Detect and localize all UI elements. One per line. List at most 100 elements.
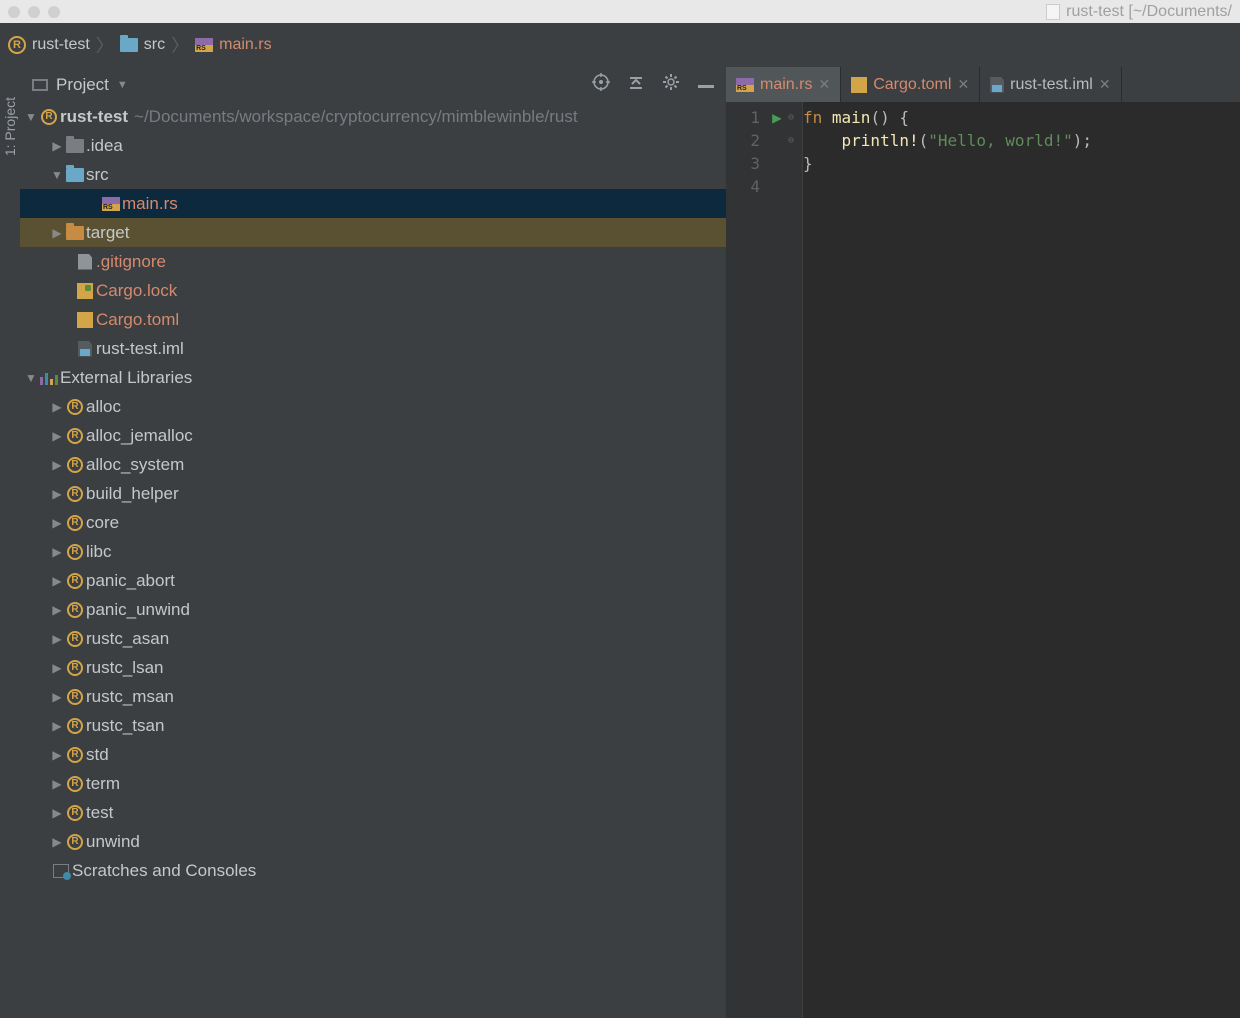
project-panel: Project ▼ ▼ R bbox=[20, 67, 726, 1018]
code-area[interactable]: 1 2 3 4 ▶ ⊖ ⊖ fn main() { println!("Hell… bbox=[726, 102, 1240, 1018]
arrow-down-icon[interactable]: ▼ bbox=[50, 168, 64, 182]
tree-root[interactable]: ▼ R rust-test ~/Documents/workspace/cryp… bbox=[20, 102, 726, 131]
arrow-right-icon[interactable]: ▶ bbox=[50, 748, 64, 762]
arrow-right-icon[interactable]: ▶ bbox=[50, 632, 64, 646]
tree-file-iml[interactable]: rust-test.iml bbox=[20, 334, 726, 363]
gear-icon[interactable] bbox=[662, 73, 680, 96]
tree-item-label: Cargo.lock bbox=[96, 281, 177, 301]
arrow-right-icon[interactable]: ▶ bbox=[50, 226, 64, 240]
minimize-window-icon[interactable] bbox=[28, 6, 40, 18]
breadcrumb-file[interactable]: main.rs bbox=[219, 36, 271, 54]
rust-crate-icon: R bbox=[67, 747, 83, 763]
tree-file-cargo-toml[interactable]: Cargo.toml bbox=[20, 305, 726, 334]
tree-folder-src[interactable]: ▼ src bbox=[20, 160, 726, 189]
tree-library-item[interactable]: ▶Ralloc bbox=[20, 392, 726, 421]
tree-folder-target[interactable]: ▶ target bbox=[20, 218, 726, 247]
run-gutter: ▶ bbox=[766, 102, 788, 1018]
tree-file-cargo-lock[interactable]: Cargo.lock bbox=[20, 276, 726, 305]
project-panel-title[interactable]: Project bbox=[56, 75, 109, 95]
tree-library-item[interactable]: ▶Rrustc_msan bbox=[20, 682, 726, 711]
tree-library-item[interactable]: ▶Rterm bbox=[20, 769, 726, 798]
tree-file-gitignore[interactable]: .gitignore bbox=[20, 247, 726, 276]
project-panel-header: Project ▼ bbox=[20, 67, 726, 102]
tab-cargo-toml[interactable]: Cargo.toml ✕ bbox=[841, 67, 980, 102]
arrow-down-icon[interactable]: ▼ bbox=[24, 110, 38, 124]
arrow-right-icon[interactable]: ▶ bbox=[50, 429, 64, 443]
project-tool-tab[interactable]: 1: Project bbox=[0, 67, 20, 1018]
tree-library-item[interactable]: ▶Rrustc_asan bbox=[20, 624, 726, 653]
tree-external-libraries[interactable]: ▼ External Libraries bbox=[20, 363, 726, 392]
tree-folder-idea[interactable]: ▶ .idea bbox=[20, 131, 726, 160]
tree-library-item[interactable]: ▶Rbuild_helper bbox=[20, 479, 726, 508]
project-tree: ▼ R rust-test ~/Documents/workspace/cryp… bbox=[20, 102, 726, 1018]
arrow-right-icon[interactable]: ▶ bbox=[50, 458, 64, 472]
run-icon[interactable]: ▶ bbox=[766, 106, 788, 129]
close-window-icon[interactable] bbox=[8, 6, 20, 18]
editor: main.rs ✕ Cargo.toml ✕ rust-test.iml ✕ 1… bbox=[726, 67, 1240, 1018]
tree-library-item[interactable]: ▶Rrustc_tsan bbox=[20, 711, 726, 740]
arrow-right-icon[interactable]: ▶ bbox=[50, 139, 64, 153]
arrow-right-icon[interactable]: ▶ bbox=[50, 487, 64, 501]
rust-crate-icon: R bbox=[67, 805, 83, 821]
rust-crate-icon: R bbox=[67, 544, 83, 560]
iml-file-icon bbox=[990, 77, 1004, 93]
tree-library-item[interactable]: ▶Rstd bbox=[20, 740, 726, 769]
tree-library-item[interactable]: ▶Rpanic_unwind bbox=[20, 595, 726, 624]
tree-library-item[interactable]: ▶Rrustc_lsan bbox=[20, 653, 726, 682]
tree-library-item[interactable]: ▶Ralloc_jemalloc bbox=[20, 421, 726, 450]
tree-library-item[interactable]: ▶Rpanic_abort bbox=[20, 566, 726, 595]
arrow-right-icon[interactable]: ▶ bbox=[50, 603, 64, 617]
tree-item-label: panic_abort bbox=[86, 571, 175, 591]
zoom-window-icon[interactable] bbox=[48, 6, 60, 18]
tree-item-label: build_helper bbox=[86, 484, 179, 504]
tree-library-item[interactable]: ▶Rtest bbox=[20, 798, 726, 827]
arrow-down-icon[interactable]: ▼ bbox=[24, 371, 38, 385]
breadcrumb-project[interactable]: rust-test bbox=[32, 36, 90, 54]
tree-item-label: rustc_lsan bbox=[86, 658, 163, 678]
tree-item-label: target bbox=[86, 223, 129, 243]
arrow-right-icon[interactable]: ▶ bbox=[50, 574, 64, 588]
arrow-right-icon[interactable]: ▶ bbox=[50, 545, 64, 559]
arrow-right-icon[interactable]: ▶ bbox=[50, 661, 64, 675]
code-content[interactable]: fn main() { println!("Hello, world!"); } bbox=[802, 102, 1240, 1018]
hide-panel-icon[interactable] bbox=[698, 76, 714, 94]
rust-crate-icon: R bbox=[67, 573, 83, 589]
tree-library-item[interactable]: ▶Rlibc bbox=[20, 537, 726, 566]
tree-item-label: src bbox=[86, 165, 109, 185]
tab-label: main.rs bbox=[760, 76, 812, 94]
tree-item-label: panic_unwind bbox=[86, 600, 190, 620]
close-icon[interactable]: ✕ bbox=[957, 76, 969, 93]
folder-icon bbox=[66, 226, 84, 240]
toml-file-icon bbox=[77, 312, 93, 328]
tab-rust-test-iml[interactable]: rust-test.iml ✕ bbox=[980, 67, 1121, 102]
arrow-right-icon[interactable]: ▶ bbox=[50, 690, 64, 704]
rust-crate-icon: R bbox=[67, 689, 83, 705]
arrow-right-icon[interactable]: ▶ bbox=[50, 835, 64, 849]
text-file-icon bbox=[78, 254, 92, 270]
collapse-all-icon[interactable] bbox=[628, 74, 644, 95]
arrow-right-icon[interactable]: ▶ bbox=[50, 777, 64, 791]
arrow-right-icon[interactable]: ▶ bbox=[50, 516, 64, 530]
tab-main-rs[interactable]: main.rs ✕ bbox=[726, 67, 841, 102]
folder-icon bbox=[66, 139, 84, 153]
breadcrumb-folder[interactable]: src bbox=[144, 36, 165, 54]
locate-icon[interactable] bbox=[592, 73, 610, 96]
tree-file-main-rs[interactable]: main.rs bbox=[20, 189, 726, 218]
tree-library-item[interactable]: ▶Ralloc_system bbox=[20, 450, 726, 479]
close-icon[interactable]: ✕ bbox=[1099, 76, 1111, 93]
arrow-right-icon[interactable]: ▶ bbox=[50, 806, 64, 820]
arrow-right-icon[interactable]: ▶ bbox=[50, 400, 64, 414]
fold-open-icon[interactable]: ⊖ bbox=[788, 106, 802, 129]
tree-scratches[interactable]: Scratches and Consoles bbox=[20, 856, 726, 885]
arrow-right-icon[interactable]: ▶ bbox=[50, 719, 64, 733]
close-icon[interactable]: ✕ bbox=[818, 76, 830, 93]
line-number: 2 bbox=[726, 129, 760, 152]
scratches-icon bbox=[53, 864, 69, 878]
tree-library-item[interactable]: ▶Rcore bbox=[20, 508, 726, 537]
fold-close-icon[interactable]: ⊖ bbox=[788, 129, 802, 152]
tree-item-label: rustc_msan bbox=[86, 687, 174, 707]
tree-library-item[interactable]: ▶Runwind bbox=[20, 827, 726, 856]
tree-item-label: unwind bbox=[86, 832, 140, 852]
titlebar: rust-test [~/Documents/ bbox=[0, 0, 1240, 23]
chevron-down-icon[interactable]: ▼ bbox=[117, 79, 128, 91]
